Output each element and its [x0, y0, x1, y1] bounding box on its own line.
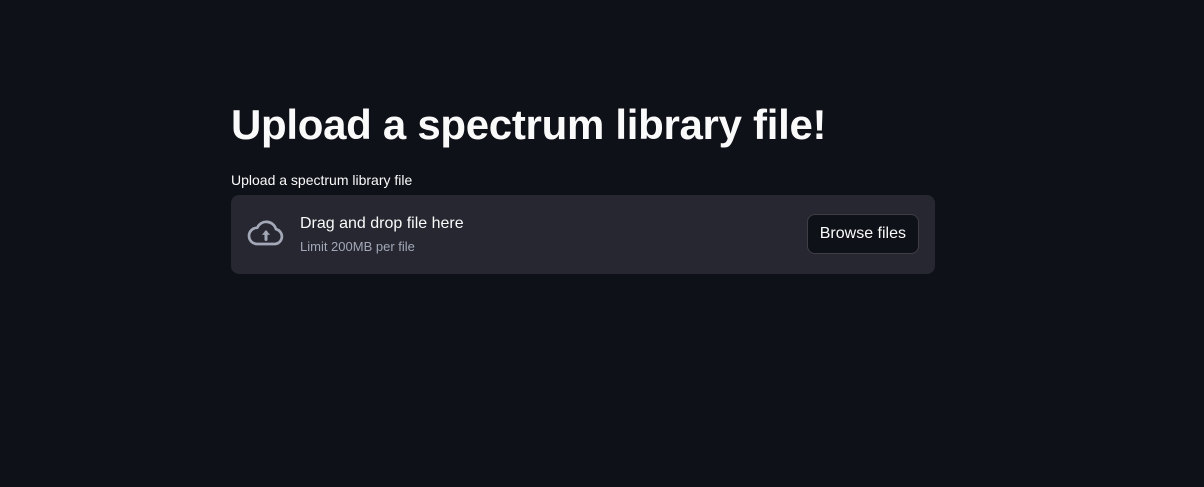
page-title: Upload a spectrum library file! [231, 101, 827, 148]
cloud-upload-icon [247, 217, 285, 251]
file-dropzone[interactable]: Drag and drop file here Limit 200MB per … [231, 195, 935, 274]
browse-files-button[interactable]: Browse files [806, 214, 919, 254]
drag-drop-text: Drag and drop file here [300, 215, 464, 232]
dropzone-instructions: Drag and drop file here Limit 200MB per … [300, 214, 464, 255]
file-size-limit: Limit 200MB per file [300, 239, 415, 254]
file-uploader-label: Upload a spectrum library file [231, 172, 413, 188]
